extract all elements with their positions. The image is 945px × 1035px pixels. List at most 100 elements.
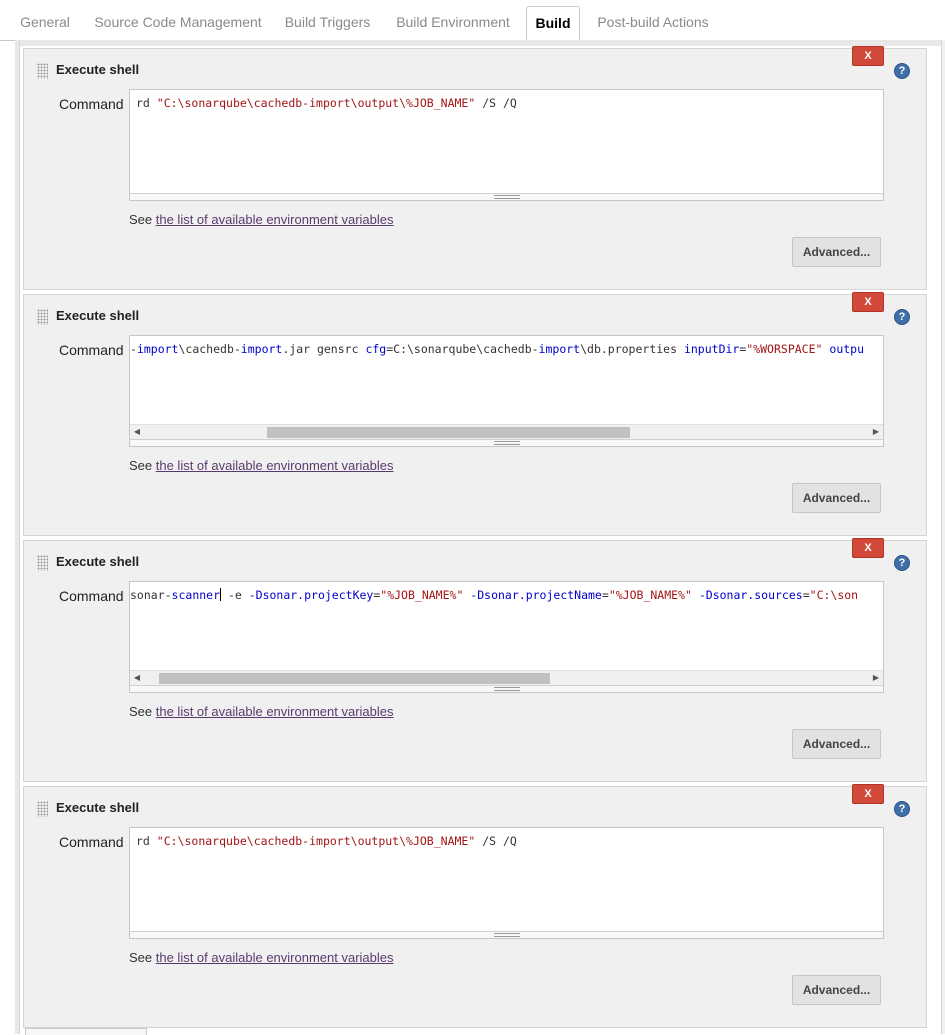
env-vars-hint: See the list of available environment va… bbox=[129, 950, 394, 965]
build-step-execute-shell: Execute shell X ? Command rd "C:\sonarqu… bbox=[23, 784, 927, 1028]
env-vars-link[interactable]: the list of available environment variab… bbox=[156, 704, 394, 719]
section-frame-left bbox=[15, 40, 20, 1034]
command-token: "%JOB_NAME%" bbox=[380, 588, 464, 602]
tab-source-code-management[interactable]: Source Code Management bbox=[88, 6, 268, 39]
help-icon[interactable]: ? bbox=[894, 63, 910, 79]
command-label: Command bbox=[59, 96, 124, 112]
help-icon[interactable]: ? bbox=[894, 309, 910, 325]
step-title: Execute shell bbox=[56, 554, 140, 569]
scrollbar-thumb[interactable] bbox=[267, 427, 630, 438]
scroll-left-icon[interactable]: ◀ bbox=[130, 671, 144, 685]
env-vars-link[interactable]: the list of available environment variab… bbox=[156, 950, 394, 965]
advanced-button[interactable]: Advanced... bbox=[792, 483, 881, 513]
textarea-resize-handle[interactable] bbox=[130, 685, 883, 692]
textarea-resize-handle[interactable] bbox=[130, 193, 883, 200]
command-token: /S /Q bbox=[475, 96, 517, 110]
command-label: Command bbox=[59, 588, 124, 604]
command-token: rd bbox=[136, 834, 157, 848]
command-token: = bbox=[802, 588, 810, 602]
textarea-resize-handle[interactable] bbox=[130, 931, 883, 938]
see-prefix: See bbox=[129, 704, 156, 719]
advanced-button[interactable]: Advanced... bbox=[792, 975, 881, 1005]
scroll-right-icon[interactable]: ▶ bbox=[869, 671, 883, 685]
see-prefix: See bbox=[129, 950, 156, 965]
command-token: import bbox=[240, 342, 283, 356]
tab-build[interactable]: Build bbox=[526, 6, 580, 42]
help-icon[interactable]: ? bbox=[894, 555, 910, 571]
env-vars-hint: See the list of available environment va… bbox=[129, 212, 394, 227]
command-token bbox=[692, 588, 699, 602]
help-icon[interactable]: ? bbox=[894, 801, 910, 817]
command-token: /S /Q bbox=[475, 834, 517, 848]
see-prefix: See bbox=[129, 212, 156, 227]
scrollbar-thumb[interactable] bbox=[158, 673, 550, 684]
scroll-right-icon[interactable]: ▶ bbox=[869, 425, 883, 439]
tab-build-triggers[interactable]: Build Triggers bbox=[276, 6, 379, 39]
command-token: .jar gensrc bbox=[282, 342, 366, 356]
delete-step-button[interactable]: X bbox=[852, 784, 884, 804]
command-token: "C:\sonarqube\cachedb-import\output\%JOB… bbox=[156, 96, 476, 110]
tab-general[interactable]: General bbox=[11, 6, 79, 39]
command-token: -Dsonar.sources bbox=[698, 588, 803, 602]
env-vars-link[interactable]: the list of available environment variab… bbox=[156, 212, 394, 227]
command-token: =C:\sonarqube\cachedb- bbox=[386, 342, 539, 356]
see-prefix: See bbox=[129, 458, 156, 473]
scroll-left-icon[interactable]: ◀ bbox=[130, 425, 144, 439]
command-token: rd bbox=[136, 96, 157, 110]
command-token: - bbox=[130, 342, 137, 356]
command-token: cfg bbox=[365, 342, 387, 356]
command-textarea[interactable]: sonar-scanner -e -Dsonar.projectKey="%JO… bbox=[129, 581, 884, 693]
command-label: Command bbox=[59, 342, 124, 358]
command-token: \cachedb- bbox=[178, 342, 241, 356]
command-token: "%JOB_NAME%" bbox=[608, 588, 692, 602]
build-step-execute-shell: Execute shell X ? Command rd "C:\sonarqu… bbox=[23, 46, 927, 290]
drag-handle-icon[interactable] bbox=[37, 63, 48, 79]
command-token: -Dsonar.projectName bbox=[470, 588, 602, 602]
drag-handle-icon[interactable] bbox=[37, 801, 48, 817]
tab-post-build-actions[interactable]: Post-build Actions bbox=[589, 6, 717, 39]
step-title: Execute shell bbox=[56, 800, 140, 815]
command-token: "C:\son bbox=[809, 588, 859, 602]
command-token: \db.properties bbox=[580, 342, 684, 356]
config-tab-bar: General Source Code Management Build Tri… bbox=[0, 0, 945, 42]
advanced-button[interactable]: Advanced... bbox=[792, 237, 881, 267]
build-step-execute-shell: Execute shell X ? Command sonar-scanner … bbox=[23, 538, 927, 782]
command-token: "C:\sonarqube\cachedb-import\output\%JOB… bbox=[156, 834, 476, 848]
command-text: rd "C:\sonarqube\cachedb-import\output\%… bbox=[136, 96, 517, 110]
command-token: inputDir bbox=[683, 342, 740, 356]
horizontal-scrollbar[interactable]: ◀ ▶ bbox=[130, 670, 883, 685]
delete-step-button[interactable]: X bbox=[852, 538, 884, 558]
delete-step-button[interactable]: X bbox=[852, 292, 884, 312]
env-vars-hint: See the list of available environment va… bbox=[129, 704, 394, 719]
command-token: outpu bbox=[829, 342, 865, 356]
command-text: sonar-scanner -e -Dsonar.projectKey="%JO… bbox=[130, 588, 858, 602]
step-title: Execute shell bbox=[56, 62, 140, 77]
env-vars-hint: See the list of available environment va… bbox=[129, 458, 394, 473]
build-step-execute-shell: Execute shell X ? Command -import\cached… bbox=[23, 292, 927, 536]
command-text: rd "C:\sonarqube\cachedb-import\output\%… bbox=[136, 834, 517, 848]
command-token: sonar- bbox=[130, 588, 172, 602]
drag-handle-icon[interactable] bbox=[37, 309, 48, 325]
horizontal-scrollbar[interactable]: ◀ ▶ bbox=[130, 424, 883, 439]
command-text: -import\cachedb-import.jar gensrc cfg=C:… bbox=[130, 342, 864, 356]
command-token: -e bbox=[221, 588, 249, 602]
command-textarea[interactable]: rd "C:\sonarqube\cachedb-import\output\%… bbox=[129, 827, 884, 939]
textarea-resize-handle[interactable] bbox=[130, 439, 883, 446]
step-title: Execute shell bbox=[56, 308, 140, 323]
command-token: "%WORSPACE" bbox=[746, 342, 823, 356]
command-textarea[interactable]: -import\cachedb-import.jar gensrc cfg=C:… bbox=[129, 335, 884, 447]
delete-step-button[interactable]: X bbox=[852, 46, 884, 66]
env-vars-link[interactable]: the list of available environment variab… bbox=[156, 458, 394, 473]
command-token: import bbox=[538, 342, 581, 356]
drag-handle-icon[interactable] bbox=[37, 555, 48, 571]
command-token: import bbox=[136, 342, 179, 356]
section-frame-right bbox=[941, 40, 945, 1034]
command-token: -Dsonar.projectKey bbox=[248, 588, 374, 602]
command-token: = bbox=[601, 588, 609, 602]
tab-build-environment[interactable]: Build Environment bbox=[389, 6, 517, 39]
section-frame bbox=[15, 40, 945, 46]
command-textarea[interactable]: rd "C:\sonarqube\cachedb-import\output\%… bbox=[129, 89, 884, 201]
advanced-button[interactable]: Advanced... bbox=[792, 729, 881, 759]
command-label: Command bbox=[59, 834, 124, 850]
command-token: scanner bbox=[171, 588, 221, 602]
